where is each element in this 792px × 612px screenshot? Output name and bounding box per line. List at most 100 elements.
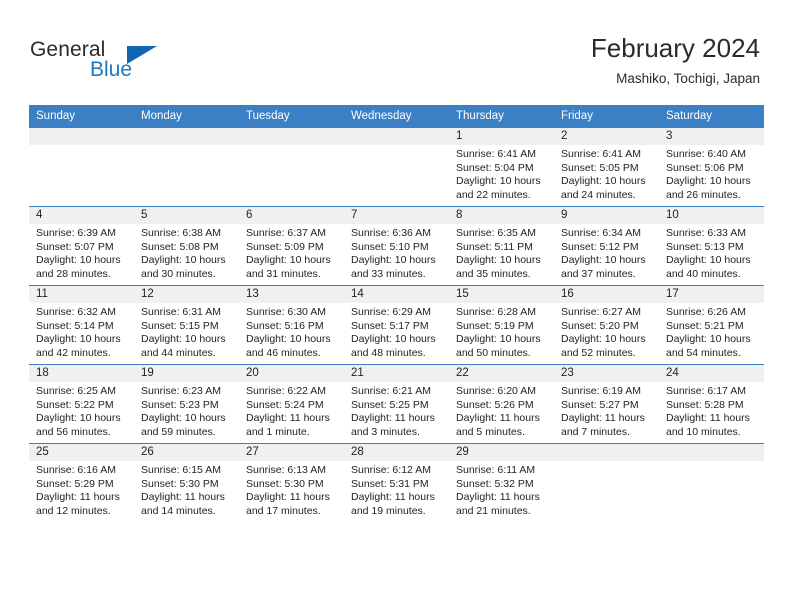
sunset-text: Sunset: 5:12 PM: [561, 240, 639, 253]
calendar-day-cell[interactable]: 15 Sunrise: 6:28 AM Sunset: 5:19 PM Dayligh…: [449, 285, 554, 365]
day-details: Sunrise: 6:19 AM Sunset: 5:27 PM Daylight:…: [554, 382, 659, 439]
day-number: 22: [449, 365, 554, 382]
calendar-day-cell[interactable]: 27 Sunrise: 6:13 AM Sunset: 5:30 PM Dayligh…: [239, 443, 344, 522]
day-number: 9: [554, 207, 659, 224]
calendar-day-cell[interactable]: 2 Sunrise: 6:41 AM Sunset: 5:05 PM Daylight…: [554, 127, 659, 207]
day-cell-inner: 8 Sunrise: 6:35 AM Sunset: 5:11 PM Daylight…: [449, 207, 554, 285]
calendar-day-cell[interactable]: 23 Sunrise: 6:19 AM Sunset: 5:27 PM Dayligh…: [554, 364, 659, 444]
calendar-day-cell[interactable]: 25 Sunrise: 6:16 AM Sunset: 5:29 PM Dayligh…: [29, 443, 134, 522]
sunrise-text: Sunrise: 6:15 AM: [141, 464, 221, 476]
calendar-day-cell[interactable]: 4 Sunrise: 6:39 AM Sunset: 5:07 PM Daylight…: [29, 206, 134, 286]
sunset-text: Sunset: 5:07 PM: [36, 240, 114, 253]
daylight-text-cont: and 33 minutes.: [351, 267, 426, 280]
calendar-day-cell[interactable]: 18 Sunrise: 6:25 AM Sunset: 5:22 PM Dayligh…: [29, 364, 134, 444]
day-number: 3: [659, 128, 764, 145]
sunset-text: Sunset: 5:30 PM: [141, 477, 219, 490]
day-number: [659, 444, 764, 461]
daylight-text-cont: and 12 minutes.: [36, 504, 111, 517]
calendar-week-row: 18 Sunrise: 6:25 AM Sunset: 5:22 PM Dayligh…: [29, 364, 764, 444]
day-details: Sunrise: 6:30 AM Sunset: 5:16 PM Daylight:…: [239, 303, 344, 360]
daylight-text-cont: and 50 minutes.: [456, 346, 531, 359]
daylight-text: Daylight: 10 hours: [666, 254, 751, 267]
day-details: Sunrise: 6:35 AM Sunset: 5:11 PM Daylight:…: [449, 224, 554, 281]
calendar-day-cell[interactable]: 5 Sunrise: 6:38 AM Sunset: 5:08 PM Daylight…: [134, 206, 239, 286]
day-number: 29: [449, 444, 554, 461]
sunrise-text: Sunrise: 6:26 AM: [666, 306, 746, 318]
calendar-day-cell[interactable]: 28 Sunrise: 6:12 AM Sunset: 5:31 PM Dayligh…: [344, 443, 449, 522]
calendar-day-cell[interactable]: 11 Sunrise: 6:32 AM Sunset: 5:14 PM Dayligh…: [29, 285, 134, 365]
daylight-text-cont: and 24 minutes.: [561, 188, 636, 201]
daylight-text: Daylight: 11 hours: [351, 412, 435, 425]
sunset-text: Sunset: 5:17 PM: [351, 319, 429, 332]
day-number: 8: [449, 207, 554, 224]
calendar-day-cell[interactable]: 29 Sunrise: 6:11 AM Sunset: 5:32 PM Dayligh…: [449, 443, 554, 522]
day-number: 5: [134, 207, 239, 224]
sunrise-text: Sunrise: 6:16 AM: [36, 464, 116, 476]
calendar-empty-cell: [134, 127, 239, 207]
sunrise-text: Sunrise: 6:29 AM: [351, 306, 431, 318]
sunset-text: Sunset: 5:09 PM: [246, 240, 324, 253]
calendar-day-cell[interactable]: 21 Sunrise: 6:21 AM Sunset: 5:25 PM Dayligh…: [344, 364, 449, 444]
calendar-day-cell[interactable]: 20 Sunrise: 6:22 AM Sunset: 5:24 PM Dayligh…: [239, 364, 344, 444]
day-details: Sunrise: 6:22 AM Sunset: 5:24 PM Daylight:…: [239, 382, 344, 439]
weekday-header-wednesday: Wednesday: [344, 105, 449, 128]
calendar-day-cell[interactable]: 8 Sunrise: 6:35 AM Sunset: 5:11 PM Daylight…: [449, 206, 554, 286]
calendar-day-cell[interactable]: 7 Sunrise: 6:36 AM Sunset: 5:10 PM Daylight…: [344, 206, 449, 286]
day-details: Sunrise: 6:11 AM Sunset: 5:32 PM Daylight:…: [449, 461, 554, 518]
weekday-header-thursday: Thursday: [449, 105, 554, 128]
day-number: 26: [134, 444, 239, 461]
daylight-text: Daylight: 11 hours: [666, 412, 750, 425]
sunrise-text: Sunrise: 6:23 AM: [141, 385, 221, 397]
daylight-text: Daylight: 10 hours: [561, 254, 646, 267]
daylight-text-cont: and 17 minutes.: [246, 504, 321, 517]
day-number: [554, 444, 659, 461]
calendar-day-cell[interactable]: 24 Sunrise: 6:17 AM Sunset: 5:28 PM Dayligh…: [659, 364, 764, 444]
calendar-day-cell[interactable]: 16 Sunrise: 6:27 AM Sunset: 5:20 PM Dayligh…: [554, 285, 659, 365]
day-cell-inner: 23 Sunrise: 6:19 AM Sunset: 5:27 PM Dayligh…: [554, 365, 659, 443]
sunrise-text: Sunrise: 6:31 AM: [141, 306, 221, 318]
calendar-day-cell[interactable]: 12 Sunrise: 6:31 AM Sunset: 5:15 PM Dayligh…: [134, 285, 239, 365]
sunrise-text: Sunrise: 6:35 AM: [456, 227, 536, 239]
daylight-text: Daylight: 10 hours: [456, 254, 541, 267]
day-number: 23: [554, 365, 659, 382]
day-details: Sunrise: 6:21 AM Sunset: 5:25 PM Daylight:…: [344, 382, 449, 439]
day-cell-inner: 11 Sunrise: 6:32 AM Sunset: 5:14 PM Dayligh…: [29, 286, 134, 364]
daylight-text: Daylight: 11 hours: [141, 491, 225, 504]
sunrise-text: Sunrise: 6:40 AM: [666, 148, 746, 160]
day-cell-inner: 28 Sunrise: 6:12 AM Sunset: 5:31 PM Dayligh…: [344, 444, 449, 522]
day-number: 10: [659, 207, 764, 224]
day-number: 20: [239, 365, 344, 382]
day-cell-inner: 22 Sunrise: 6:20 AM Sunset: 5:26 PM Dayligh…: [449, 365, 554, 443]
calendar-day-cell[interactable]: 26 Sunrise: 6:15 AM Sunset: 5:30 PM Dayligh…: [134, 443, 239, 522]
day-cell-inner: 2 Sunrise: 6:41 AM Sunset: 5:05 PM Daylight…: [554, 128, 659, 206]
daylight-text-cont: and 1 minute.: [246, 425, 310, 438]
sunrise-text: Sunrise: 6:33 AM: [666, 227, 746, 239]
daylight-text-cont: and 26 minutes.: [666, 188, 741, 201]
sunrise-text: Sunrise: 6:13 AM: [246, 464, 326, 476]
calendar-day-cell[interactable]: 3 Sunrise: 6:40 AM Sunset: 5:06 PM Daylight…: [659, 127, 764, 207]
calendar-day-cell[interactable]: 10 Sunrise: 6:33 AM Sunset: 5:13 PM Dayligh…: [659, 206, 764, 286]
calendar-day-cell[interactable]: 9 Sunrise: 6:34 AM Sunset: 5:12 PM Daylight…: [554, 206, 659, 286]
calendar-day-cell[interactable]: 13 Sunrise: 6:30 AM Sunset: 5:16 PM Dayligh…: [239, 285, 344, 365]
day-details: Sunrise: 6:17 AM Sunset: 5:28 PM Daylight:…: [659, 382, 764, 439]
calendar-day-cell[interactable]: 17 Sunrise: 6:26 AM Sunset: 5:21 PM Dayligh…: [659, 285, 764, 365]
day-cell-inner: [134, 128, 239, 206]
day-details: Sunrise: 6:38 AM Sunset: 5:08 PM Daylight:…: [134, 224, 239, 281]
day-details: Sunrise: 6:32 AM Sunset: 5:14 PM Daylight:…: [29, 303, 134, 360]
calendar-empty-cell: [659, 443, 764, 522]
calendar-day-cell[interactable]: 6 Sunrise: 6:37 AM Sunset: 5:09 PM Daylight…: [239, 206, 344, 286]
daylight-text-cont: and 48 minutes.: [351, 346, 426, 359]
sunrise-text: Sunrise: 6:20 AM: [456, 385, 536, 397]
daylight-text: Daylight: 11 hours: [561, 412, 645, 425]
sunset-text: Sunset: 5:19 PM: [456, 319, 534, 332]
day-details: Sunrise: 6:33 AM Sunset: 5:13 PM Daylight:…: [659, 224, 764, 281]
sunrise-text: Sunrise: 6:39 AM: [36, 227, 116, 239]
day-number: 24: [659, 365, 764, 382]
daylight-text-cont: and 21 minutes.: [456, 504, 531, 517]
brand-logo[interactable]: General Blue: [30, 38, 250, 90]
calendar-day-cell[interactable]: 1 Sunrise: 6:41 AM Sunset: 5:04 PM Daylight…: [449, 127, 554, 207]
sunset-text: Sunset: 5:15 PM: [141, 319, 219, 332]
calendar-day-cell[interactable]: 19 Sunrise: 6:23 AM Sunset: 5:23 PM Dayligh…: [134, 364, 239, 444]
calendar-day-cell[interactable]: 14 Sunrise: 6:29 AM Sunset: 5:17 PM Dayligh…: [344, 285, 449, 365]
calendar-day-cell[interactable]: 22 Sunrise: 6:20 AM Sunset: 5:26 PM Dayligh…: [449, 364, 554, 444]
